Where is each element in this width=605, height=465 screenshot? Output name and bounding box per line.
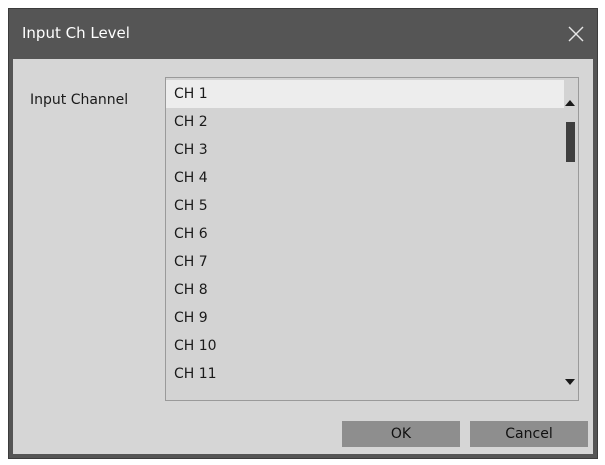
dialog-body: Input Channel CH 1 CH 2 CH 3 CH 4 CH 5 CH 6 CH…	[13, 59, 593, 454]
scrollbar-thumb[interactable]	[566, 122, 575, 162]
list-scrollbar[interactable]	[562, 78, 578, 400]
title-bar[interactable]: Input Ch Level	[9, 9, 597, 59]
input-channel-label: Input Channel	[30, 92, 129, 108]
channel-list-item[interactable]: CH 6	[166, 220, 564, 248]
channel-list-item[interactable]: CH 3	[166, 136, 564, 164]
channel-list-item[interactable]: CH 11	[166, 360, 564, 388]
channel-list-item[interactable]: CH 2	[166, 108, 564, 136]
triangle-down-icon	[565, 379, 575, 385]
close-icon	[568, 26, 584, 42]
ok-button[interactable]: OK	[342, 421, 460, 447]
input-ch-level-dialog: Input Ch Level Input Channel CH 1 CH 2 CH …	[8, 8, 598, 459]
input-channel-list[interactable]: CH 1 CH 2 CH 3 CH 4 CH 5 CH 6 CH 7 CH 8 CH 9 CH 1…	[165, 77, 579, 401]
channel-list-item[interactable]: CH 10	[166, 332, 564, 360]
scroll-up-button[interactable]	[562, 95, 578, 111]
dialog-title: Input Ch Level	[22, 24, 130, 42]
channel-list-item[interactable]: CH 1	[166, 80, 564, 108]
cancel-button[interactable]: Cancel	[470, 421, 588, 447]
channel-list-item[interactable]: CH 9	[166, 304, 564, 332]
scroll-down-button[interactable]	[562, 374, 578, 390]
channel-list-items: CH 1 CH 2 CH 3 CH 4 CH 5 CH 6 CH 7 CH 8 CH 9 CH 1…	[166, 80, 564, 388]
channel-list-item[interactable]: CH 4	[166, 164, 564, 192]
triangle-up-icon	[565, 100, 575, 106]
close-button[interactable]	[559, 17, 593, 51]
channel-list-item[interactable]: CH 8	[166, 276, 564, 304]
channel-list-item[interactable]: CH 5	[166, 192, 564, 220]
channel-list-item[interactable]: CH 7	[166, 248, 564, 276]
